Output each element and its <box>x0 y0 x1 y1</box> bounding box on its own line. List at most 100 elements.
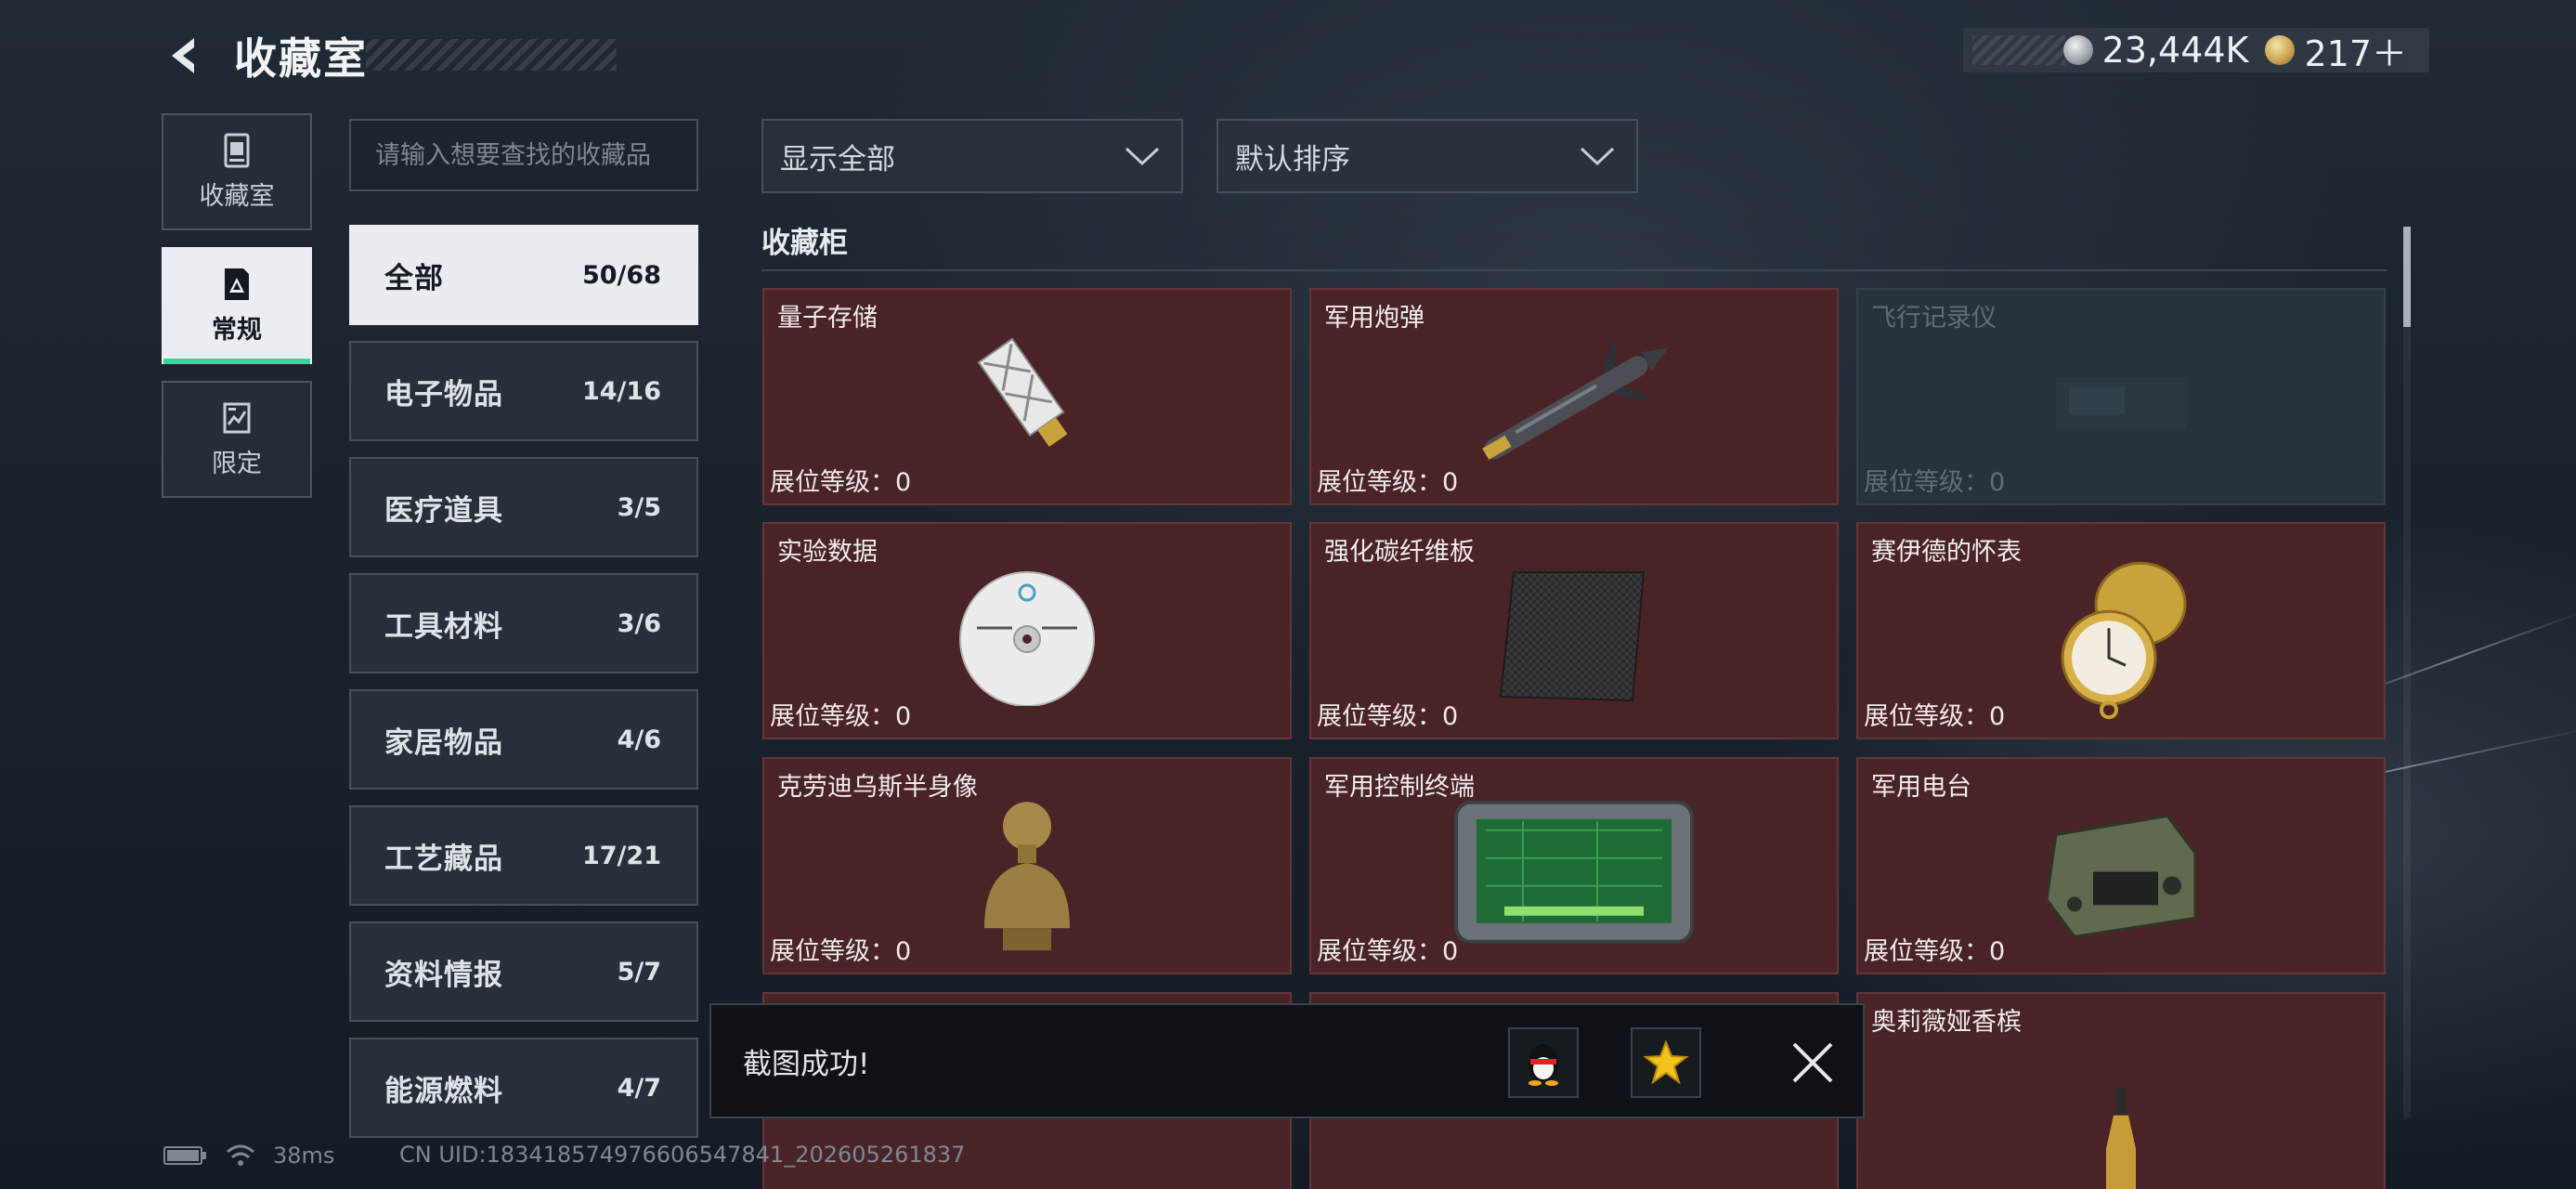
gold-amount: 217＋ <box>2304 33 2407 74</box>
item-level: 展位等级：0 <box>1317 468 1459 497</box>
category-name: 资料情报 <box>384 958 503 992</box>
chevron-down-icon <box>1125 147 1160 166</box>
toast-message: 截图成功! <box>743 1048 870 1081</box>
collection-item-card[interactable]: 强化碳纤维板 展位等级：0 <box>1309 522 1839 739</box>
item-level: 展位等级：0 <box>1864 937 2006 966</box>
category-count: 4/7 <box>617 1073 661 1103</box>
page-header: 收藏室 <box>163 26 617 85</box>
item-name: 军用炮弹 <box>1324 304 1425 333</box>
category-count: 17/21 <box>581 841 661 870</box>
back-button[interactable] <box>163 32 212 80</box>
champagne-icon <box>2106 1087 2136 1189</box>
control-terminal-icon <box>1454 800 1694 944</box>
category-household[interactable]: 家居物品 4/6 <box>349 689 698 790</box>
wifi-icon <box>227 1144 254 1166</box>
item-name: 量子存储 <box>777 304 878 333</box>
page-title: 收藏室 <box>234 33 368 84</box>
rail-tab-label: 收藏室 <box>199 181 275 211</box>
carbon-plate-icon <box>1499 571 1646 702</box>
ping-value: 38ms <box>273 1143 335 1169</box>
screenshot-toast: 截图成功! <box>709 1003 1865 1118</box>
rail-tab-collection-room[interactable]: 收藏室 <box>162 113 312 230</box>
item-level: 展位等级：0 <box>770 702 912 731</box>
category-name: 能源燃料 <box>384 1074 503 1108</box>
currency-decoration <box>1972 35 2065 65</box>
category-count: 3/5 <box>617 492 661 522</box>
item-level: 展位等级：0 <box>1864 702 2006 731</box>
collection-item-card[interactable]: 军用炮弹 展位等级：0 <box>1309 288 1839 505</box>
item-name: 克劳迪乌斯半身像 <box>777 773 978 802</box>
qq-penguin-icon <box>1529 1044 1558 1086</box>
collection-item-card[interactable]: 军用电台 展位等级：0 <box>1856 757 2386 974</box>
item-level: 展位等级：0 <box>1317 937 1459 966</box>
title-decoration <box>366 39 617 71</box>
sort-dropdown[interactable]: 默认排序 <box>1216 119 1638 193</box>
share-qq-button[interactable] <box>1508 1027 1579 1098</box>
status-bar: 38ms <box>163 1139 334 1172</box>
item-name: 飞行记录仪 <box>1871 304 1997 333</box>
item-level: 展位等级：0 <box>770 468 912 497</box>
usb-drive-icon <box>977 337 1068 448</box>
category-medical[interactable]: 医疗道具 3/5 <box>349 457 698 557</box>
category-all[interactable]: 全部 50/68 <box>349 225 698 325</box>
category-count: 14/16 <box>581 376 661 406</box>
scrollbar-track[interactable] <box>2403 227 2411 1118</box>
category-electronics[interactable]: 电子物品 14/16 <box>349 341 698 441</box>
item-name: 奥莉薇娅香槟 <box>1871 1008 2022 1037</box>
scrollbar-thumb[interactable] <box>2403 227 2411 327</box>
section-divider <box>761 269 2387 271</box>
trophy-cabinet-icon <box>224 133 250 167</box>
collection-item-card[interactable]: 赛伊德的怀表 展位等级：0 <box>1856 522 2386 739</box>
share-qzone-button[interactable] <box>1631 1027 1701 1098</box>
collection-item-card[interactable]: 奥莉薇娅香槟 <box>1856 992 2386 1189</box>
section-title: 收藏柜 <box>761 227 848 260</box>
category-count: 4/6 <box>617 725 661 754</box>
display-filter-value: 显示全部 <box>780 142 895 176</box>
rail-tab-label: 常规 <box>212 315 262 345</box>
display-filter-dropdown[interactable]: 显示全部 <box>761 119 1183 193</box>
gold-balance[interactable]: 217＋ <box>2265 25 2407 76</box>
missile-icon <box>1482 340 1670 460</box>
regular-collection-icon <box>225 268 249 300</box>
category-name: 医疗道具 <box>384 493 503 528</box>
collection-item-card[interactable]: 克劳迪乌斯半身像 展位等级：0 <box>762 757 1292 974</box>
category-intel[interactable]: 资料情报 5/7 <box>349 921 698 1022</box>
radio-icon <box>2045 814 2197 939</box>
silver-balance: 23,444K <box>2062 30 2249 71</box>
gold-coin-icon <box>2265 35 2296 65</box>
close-icon[interactable] <box>1787 1037 1839 1089</box>
collection-item-card[interactable]: 量子存储 展位等级：0 <box>762 288 1292 505</box>
category-crafts[interactable]: 工艺藏品 17/21 <box>349 805 698 906</box>
collection-item-card[interactable]: 军用控制终端 展位等级：0 <box>1309 757 1839 974</box>
category-energy[interactable]: 能源燃料 4/7 <box>349 1038 698 1138</box>
rail-tab-limited[interactable]: 限定 <box>162 381 312 498</box>
category-name: 家居物品 <box>384 725 503 760</box>
battery-icon <box>163 1146 206 1165</box>
category-name: 电子物品 <box>384 377 503 412</box>
collection-item-card[interactable]: 实验数据 展位等级：0 <box>762 522 1292 739</box>
category-count: 5/7 <box>617 957 661 986</box>
item-name: 实验数据 <box>777 538 878 567</box>
back-arrow-icon <box>172 38 194 73</box>
bust-icon <box>984 802 1070 951</box>
flight-recorder-icon <box>2056 377 2186 430</box>
silver-coin-icon <box>2062 35 2093 65</box>
collection-room-screen: 收藏室 23,444K 217＋ 收藏室 常规 限定 请输入想要查找的收藏品 全… <box>0 0 2576 1189</box>
item-level: 展位等级：0 <box>1864 468 2006 497</box>
qzone-star-icon <box>1643 1039 1689 1085</box>
item-name: 军用电台 <box>1871 773 1971 802</box>
category-name: 全部 <box>384 261 444 295</box>
category-name: 工具材料 <box>384 609 503 644</box>
collection-item-card-locked[interactable]: 飞行记录仪 展位等级：0 <box>1856 288 2386 505</box>
pocket-watch-icon <box>2061 561 2187 720</box>
item-name: 赛伊德的怀表 <box>1871 538 2022 567</box>
silver-amount: 23,444K <box>2101 30 2249 71</box>
sort-value: 默认排序 <box>1235 142 1350 176</box>
rail-tab-label: 限定 <box>212 449 262 478</box>
category-tools[interactable]: 工具材料 3/6 <box>349 573 698 673</box>
user-uid: CN UID:1834185749766065478​41_2026052618… <box>399 1142 966 1168</box>
rail-tab-regular[interactable]: 常规 <box>162 247 312 364</box>
item-name: 强化碳纤维板 <box>1324 538 1475 567</box>
collection-search-input[interactable] <box>349 119 698 191</box>
chevron-down-icon <box>1580 147 1615 166</box>
